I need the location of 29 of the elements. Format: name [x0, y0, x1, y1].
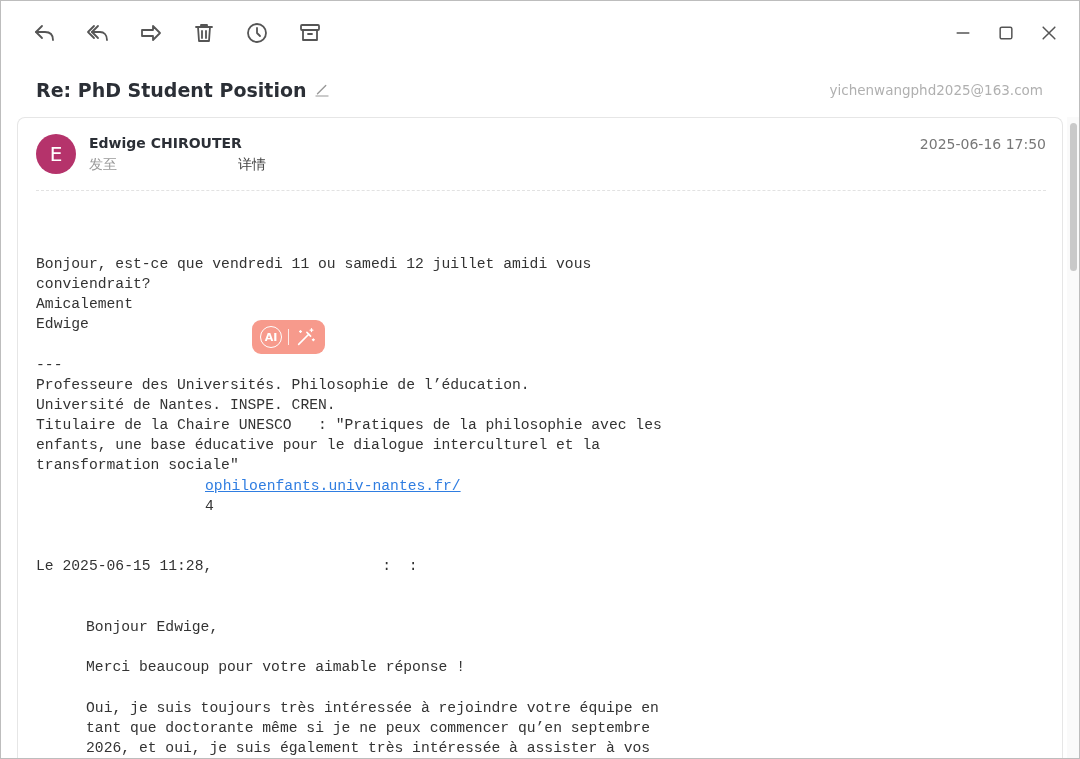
body-text-line: Université de Nantes. INSPE. CREN.	[36, 395, 336, 415]
scrollbar-thumb[interactable]	[1069, 123, 1077, 271]
sender-avatar: E	[36, 134, 76, 174]
quoted-text-line: tant que doctorante même si je ne peux commencer qu’en septembre	[86, 718, 651, 738]
body-text-line: Edwige	[36, 315, 89, 335]
body-text-line: conviendrait?	[36, 274, 151, 294]
account-email: yichenwangphd2025@163.com	[829, 82, 1043, 98]
email-subject: Re: PhD Student Position	[36, 79, 307, 101]
quoted-text-line: 2026, et oui, je suis également très intéressée à assister à vos	[86, 739, 651, 758]
body-text: 4	[205, 497, 214, 514]
message-date: 2025-06-16 17:50	[919, 136, 1046, 152]
quoted-text-line: Oui, je suis toujours très intéressée à rejoindre votre équipe en	[86, 698, 659, 718]
quoted-text-line: Bonjour Edwige,	[86, 617, 219, 637]
details-link[interactable]: 详情	[238, 156, 266, 174]
body-text-line: enfants, une base éducative pour le dialogue interculturel et la	[36, 436, 601, 456]
body-text-line: Bonjour, est-ce que vendredi 11 ou samedi 12 juillet amidi vous	[36, 254, 592, 274]
body-text-line: transformation sociale″	[36, 456, 239, 476]
body-text-line: Professeure des Universités. Philosophie de l’éducation.	[36, 375, 530, 395]
body-text-line: Titulaire de la Chaire UNESCO : ″Pratiques de la philosophie avec les	[36, 416, 662, 436]
body-text-line: Le 2025-06-15 11:28,	[36, 558, 213, 575]
recipient-label: 发至	[89, 156, 118, 174]
body-text-line: ---	[36, 355, 63, 375]
maximize-icon[interactable]	[996, 23, 1016, 43]
quoted-text-line: Merci beaucoup pour votre aimable réponse !	[86, 658, 465, 678]
body-text: : :	[382, 558, 418, 575]
web-link[interactable]: ophiloenfants.univ-nantes.fr/	[205, 477, 461, 494]
body-text-line: Amicalement	[36, 294, 133, 314]
sender-name: Edwige CHIROUTER	[89, 135, 243, 151]
scrollbar[interactable]	[1067, 117, 1079, 758]
